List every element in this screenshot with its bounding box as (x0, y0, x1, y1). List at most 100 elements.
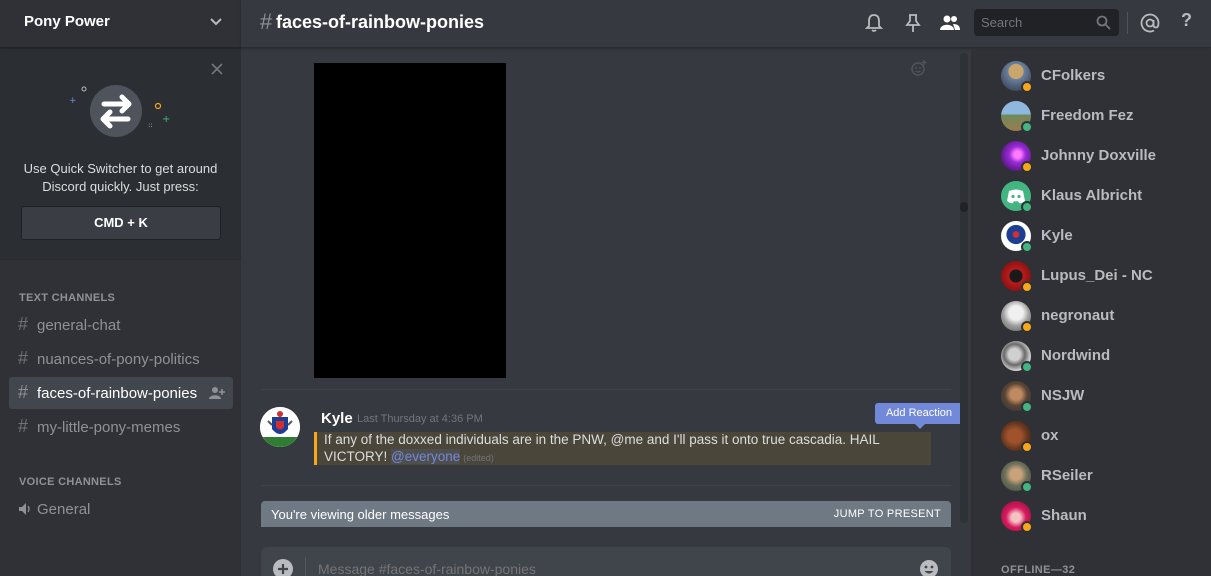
channel-my-little-pony-memes[interactable]: # my-little-pony-memes (9, 411, 233, 443)
discord-app: Pony Power + + :: Use Quick Switcher to … (0, 0, 1211, 576)
jump-to-present-button[interactable]: JUMP TO PRESENT (834, 508, 941, 520)
member-name: CFolkers (1041, 67, 1106, 84)
message-composer (261, 547, 951, 576)
member-johnny-doxville[interactable]: Johnny Doxville (1001, 141, 1201, 175)
channel-title: faces-of-rainbow-ponies (276, 12, 485, 32)
channel-name: General (37, 501, 91, 518)
quick-switcher-illustration: + + :: (69, 85, 170, 137)
channel-header: # faces-of-rainbow-ponies Search ? (241, 0, 1211, 48)
everyone-mention[interactable]: @everyone (391, 448, 461, 464)
member-list: CFolkers Freedom Fez Johnny Doxville Kla… (971, 49, 1211, 576)
member-name: Klaus Albricht (1041, 187, 1143, 204)
help-icon[interactable]: ? (1181, 10, 1203, 32)
search-placeholder: Search (981, 15, 1023, 30)
svg-text:+: + (162, 114, 170, 125)
status-online-icon (1021, 481, 1033, 493)
member-name: ox (1041, 427, 1059, 444)
status-online-icon (1021, 361, 1033, 373)
message-author[interactable]: Kyle (321, 410, 353, 427)
member-name: Lupus_Dei - NC (1041, 267, 1153, 284)
chevron-down-icon[interactable] (209, 15, 223, 29)
status-idle-icon (1021, 441, 1033, 453)
channel-faces-of-rainbow-ponies[interactable]: # faces-of-rainbow-ponies (9, 377, 233, 409)
quick-switcher-key[interactable]: CMD + K (21, 206, 221, 240)
chat-scrollbar[interactable] (960, 53, 968, 523)
channel-name: faces-of-rainbow-ponies (37, 385, 198, 402)
member-rseiler[interactable]: RSeiler (1001, 461, 1201, 495)
chat-area: Kyle Last Thursday at 4:36 PM Add Reacti… (241, 49, 970, 576)
quick-switcher-text: Use Quick Switcher to get around Discord… (23, 161, 218, 194)
edited-label: (edited) (463, 452, 494, 463)
message-input[interactable] (318, 561, 878, 576)
category-voice-channels[interactable]: VOICE CHANNELS (19, 476, 122, 488)
member-name: Kyle (1041, 227, 1073, 244)
member-name: Shaun (1041, 507, 1087, 524)
message-divider (261, 389, 951, 390)
member-negronaut[interactable]: negronaut (1001, 301, 1201, 335)
close-icon[interactable] (211, 63, 223, 75)
voice-channel-general[interactable]: General (9, 493, 233, 525)
hash-icon: # (260, 9, 273, 34)
hash-icon: # (18, 314, 29, 334)
coat-of-arms-avatar (260, 407, 300, 447)
svg-text:+: + (69, 96, 77, 106)
member-name: Johnny Doxville (1041, 147, 1157, 164)
status-idle-icon (1021, 81, 1033, 93)
channel-name: my-little-pony-memes (37, 419, 181, 436)
scrollbar-thumb[interactable] (960, 202, 968, 212)
message-timestamp: Last Thursday at 4:36 PM (357, 413, 483, 425)
offline-category-label: OFFLINE—32 (1001, 564, 1076, 576)
channel-name: nuances-of-pony-politics (37, 351, 200, 368)
member-cfolkers[interactable]: CFolkers (1001, 61, 1201, 95)
member-kyle[interactable]: Kyle (1001, 221, 1201, 255)
svg-text:::: :: (148, 121, 153, 129)
bell-icon[interactable] (863, 12, 885, 34)
members-icon[interactable] (939, 12, 961, 34)
member-shaun[interactable]: Shaun (1001, 501, 1201, 535)
status-idle-icon (1021, 281, 1033, 293)
toolbar-divider (1127, 12, 1128, 34)
channel-general-chat[interactable]: # general-chat (9, 309, 233, 341)
member-name: Nordwind (1041, 347, 1111, 364)
member-nsjw[interactable]: NSJW (1001, 381, 1201, 415)
add-emoji-icon[interactable] (910, 59, 928, 77)
status-idle-icon (1021, 521, 1033, 533)
member-name: NSJW (1041, 387, 1085, 404)
speaker-icon (19, 503, 30, 515)
search-icon[interactable] (1096, 15, 1111, 30)
member-nordwind[interactable]: Nordwind (1001, 341, 1201, 375)
quick-switcher-panel: + + :: Use Quick Switcher to get around … (0, 49, 241, 260)
pin-icon[interactable] (902, 12, 924, 34)
emoji-icon[interactable] (919, 559, 939, 576)
search-box[interactable]: Search (974, 9, 1119, 36)
member-klaus-albricht[interactable]: Klaus Albricht (1001, 181, 1201, 215)
older-messages-bar: You're viewing older messages JUMP TO PR… (261, 501, 951, 527)
channel-nuances-of-pony-politics[interactable]: # nuances-of-pony-politics (9, 343, 233, 375)
add-user-icon[interactable] (209, 386, 225, 400)
status-online-icon (1021, 201, 1033, 213)
older-messages-text: You're viewing older messages (271, 507, 450, 522)
image-attachment[interactable] (314, 63, 506, 378)
status-online-icon (1021, 401, 1033, 413)
hash-icon: # (18, 416, 29, 436)
member-lupus-dei-nc[interactable]: Lupus_Dei - NC (1001, 261, 1201, 295)
avatar[interactable] (260, 407, 300, 447)
status-idle-icon (1021, 321, 1033, 333)
server-header[interactable]: Pony Power (0, 0, 241, 48)
status-online-icon (1021, 241, 1033, 253)
channel-name: general-chat (37, 317, 121, 334)
message-divider (261, 485, 951, 486)
status-idle-icon (1021, 161, 1033, 173)
at-mention-icon[interactable] (1139, 12, 1161, 34)
composer-divider (305, 557, 306, 576)
message-content: If any of the doxxed individuals are in … (324, 432, 929, 466)
member-name: negronaut (1041, 307, 1115, 324)
member-freedom-fez[interactable]: Freedom Fez (1001, 101, 1201, 135)
category-text-channels[interactable]: TEXT CHANNELS (19, 292, 115, 304)
upload-plus-icon[interactable] (273, 559, 293, 576)
server-name: Pony Power (24, 13, 110, 30)
member-ox[interactable]: ox (1001, 421, 1201, 455)
member-name: Freedom Fez (1041, 107, 1134, 124)
status-online-icon (1021, 121, 1033, 133)
hash-icon: # (18, 382, 29, 402)
